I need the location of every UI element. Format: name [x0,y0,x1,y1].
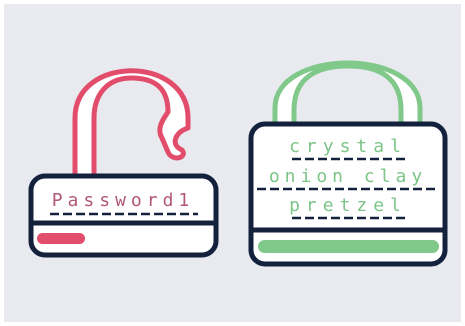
password-strength-illustration: Password1 crystal onion clay pretzel [28,60,448,267]
weak-lock-shackle [72,68,191,178]
weak-strength-bar [37,233,85,244]
strong-lock-shackle [272,60,423,127]
strong-strength-bar [258,240,439,253]
passphrase-line-3: pretzel [289,195,407,216]
weak-password-text: Password1 [52,190,195,211]
passphrase-line-2: onion clay [269,166,427,187]
strong-lock: crystal onion clay pretzel [248,60,448,267]
weak-lock: Password1 [28,68,219,258]
passphrase-line-1: crystal [289,136,407,157]
